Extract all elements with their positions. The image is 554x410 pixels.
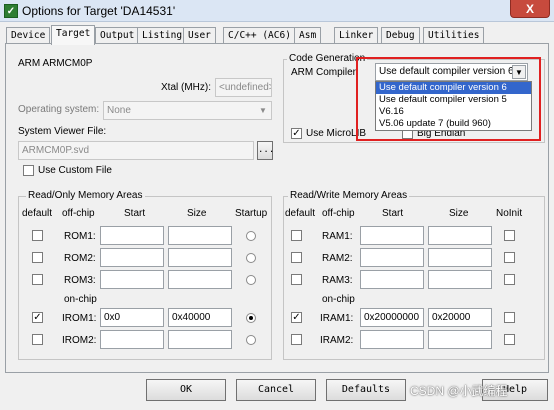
rw-header-default: default bbox=[285, 208, 316, 219]
rw-header-offchip: off-chip bbox=[322, 208, 355, 219]
irom1-label: IROM1: bbox=[62, 313, 97, 324]
tab-utilities[interactable]: Utilities bbox=[423, 27, 485, 44]
rw-header-size: Size bbox=[449, 208, 469, 219]
tab-debug[interactable]: Debug bbox=[381, 27, 420, 44]
iram1-noinit-checkbox[interactable] bbox=[504, 312, 515, 323]
ram2-noinit-checkbox[interactable] bbox=[504, 252, 515, 263]
rom1-start-input[interactable] bbox=[100, 226, 164, 245]
close-button[interactable]: X bbox=[510, 0, 550, 18]
irom2-size-input[interactable] bbox=[168, 330, 232, 349]
ro-header-default: default bbox=[22, 208, 53, 219]
iram1-size-input[interactable]: 0x20000 bbox=[428, 308, 492, 327]
xtal-label: Xtal (MHz): bbox=[161, 82, 211, 93]
window-title: Options for Target 'DA14531' bbox=[22, 4, 176, 18]
os-select[interactable]: None ▼ bbox=[103, 101, 272, 120]
iram2-start-input[interactable] bbox=[360, 330, 424, 349]
rom3-size-input[interactable] bbox=[168, 270, 232, 289]
watermark: CSDN @小武编程 bbox=[410, 384, 508, 398]
ro-header-startup: Startup bbox=[235, 208, 268, 219]
ro-memory-title: Read/Only Memory Areas bbox=[26, 190, 145, 201]
svd-input[interactable]: ARMCM0P.svd bbox=[18, 141, 254, 160]
rw-onchip-label: on-chip bbox=[322, 294, 355, 305]
app-icon: ✓ bbox=[4, 4, 18, 18]
rom1-size-input[interactable] bbox=[168, 226, 232, 245]
compiler-label: ARM Compiler: bbox=[291, 67, 359, 78]
rom3-start-input[interactable] bbox=[100, 270, 164, 289]
ram2-start-input[interactable] bbox=[360, 248, 424, 267]
rw-memory-title: Read/Write Memory Areas bbox=[288, 190, 410, 201]
ram3-label: RAM3: bbox=[322, 275, 353, 286]
ram1-label: RAM1: bbox=[322, 231, 353, 242]
rom3-default-checkbox[interactable] bbox=[32, 274, 43, 285]
irom1-size-input[interactable]: 0x40000 bbox=[168, 308, 232, 327]
tab-listing[interactable]: Listing bbox=[137, 27, 188, 44]
xtal-input[interactable]: <undefined> bbox=[215, 78, 272, 97]
rom1-label: ROM1: bbox=[64, 231, 96, 242]
ram1-noinit-checkbox[interactable] bbox=[504, 230, 515, 241]
irom2-start-input[interactable] bbox=[100, 330, 164, 349]
use-custom-file-label: Use Custom File bbox=[38, 165, 112, 176]
ro-onchip-label: on-chip bbox=[64, 294, 97, 305]
device-name: ARM ARMCM0P bbox=[18, 58, 93, 69]
ro-header-size: Size bbox=[187, 208, 207, 219]
rw-header-start: Start bbox=[382, 208, 404, 219]
ro-header-start: Start bbox=[124, 208, 146, 219]
iram2-noinit-checkbox[interactable] bbox=[504, 334, 515, 345]
rom2-label: ROM2: bbox=[64, 253, 96, 264]
rom3-startup-radio[interactable] bbox=[246, 275, 256, 285]
irom2-startup-radio[interactable] bbox=[246, 335, 256, 345]
tab-target[interactable]: Target bbox=[51, 25, 96, 45]
rom2-startup-radio[interactable] bbox=[246, 253, 256, 263]
iram2-label: IRAM2: bbox=[320, 335, 354, 346]
use-custom-file-checkbox[interactable] bbox=[23, 165, 34, 176]
irom1-default-checkbox[interactable]: ✓ bbox=[32, 312, 43, 323]
ram1-default-checkbox[interactable] bbox=[291, 230, 302, 241]
ram2-label: RAM2: bbox=[322, 253, 353, 264]
iram2-default-checkbox[interactable] bbox=[291, 334, 302, 345]
rom1-startup-radio[interactable] bbox=[246, 231, 256, 241]
tab-cc[interactable]: C/C++ (AC6) bbox=[223, 27, 296, 44]
annotation-box bbox=[356, 57, 541, 141]
ram3-noinit-checkbox[interactable] bbox=[504, 274, 515, 285]
ram2-size-input[interactable] bbox=[428, 248, 492, 267]
ro-header-offchip: off-chip bbox=[62, 208, 95, 219]
defaults-button[interactable]: Defaults bbox=[326, 379, 406, 401]
tab-asm[interactable]: Asm bbox=[294, 27, 322, 44]
rom3-label: ROM3: bbox=[64, 275, 96, 286]
rom2-size-input[interactable] bbox=[168, 248, 232, 267]
iram1-start-input[interactable]: 0x20000000 bbox=[360, 308, 424, 327]
iram2-size-input[interactable] bbox=[428, 330, 492, 349]
tab-linker[interactable]: Linker bbox=[334, 27, 379, 44]
ram2-default-checkbox[interactable] bbox=[291, 252, 302, 263]
ram3-default-checkbox[interactable] bbox=[291, 274, 302, 285]
rom2-default-checkbox[interactable] bbox=[32, 252, 43, 263]
iram1-label: IRAM1: bbox=[320, 313, 354, 324]
iram1-default-checkbox[interactable]: ✓ bbox=[291, 312, 302, 323]
tab-device[interactable]: Device bbox=[6, 27, 51, 44]
svd-label: System Viewer File: bbox=[18, 126, 107, 137]
ram1-size-input[interactable] bbox=[428, 226, 492, 245]
svd-browse-button[interactable]: ... bbox=[257, 141, 274, 160]
os-value: None bbox=[107, 105, 131, 116]
cancel-button[interactable]: Cancel bbox=[236, 379, 316, 401]
chevron-down-icon: ▼ bbox=[259, 106, 267, 115]
irom2-default-checkbox[interactable] bbox=[32, 334, 43, 345]
rom2-start-input[interactable] bbox=[100, 248, 164, 267]
irom2-label: IROM2: bbox=[62, 335, 97, 346]
ram3-size-input[interactable] bbox=[428, 270, 492, 289]
ram3-start-input[interactable] bbox=[360, 270, 424, 289]
os-label: Operating system: bbox=[18, 104, 100, 115]
ok-button[interactable]: OK bbox=[146, 379, 226, 401]
tab-user[interactable]: User bbox=[183, 27, 216, 44]
rw-header-noinit: NoInit bbox=[496, 208, 523, 219]
irom1-startup-radio[interactable] bbox=[246, 313, 256, 323]
use-microlib-checkbox[interactable]: ✓ bbox=[291, 128, 302, 139]
tab-output[interactable]: Output bbox=[95, 27, 140, 44]
rom1-default-checkbox[interactable] bbox=[32, 230, 43, 241]
irom1-start-input[interactable]: 0x0 bbox=[100, 308, 164, 327]
ram1-start-input[interactable] bbox=[360, 226, 424, 245]
